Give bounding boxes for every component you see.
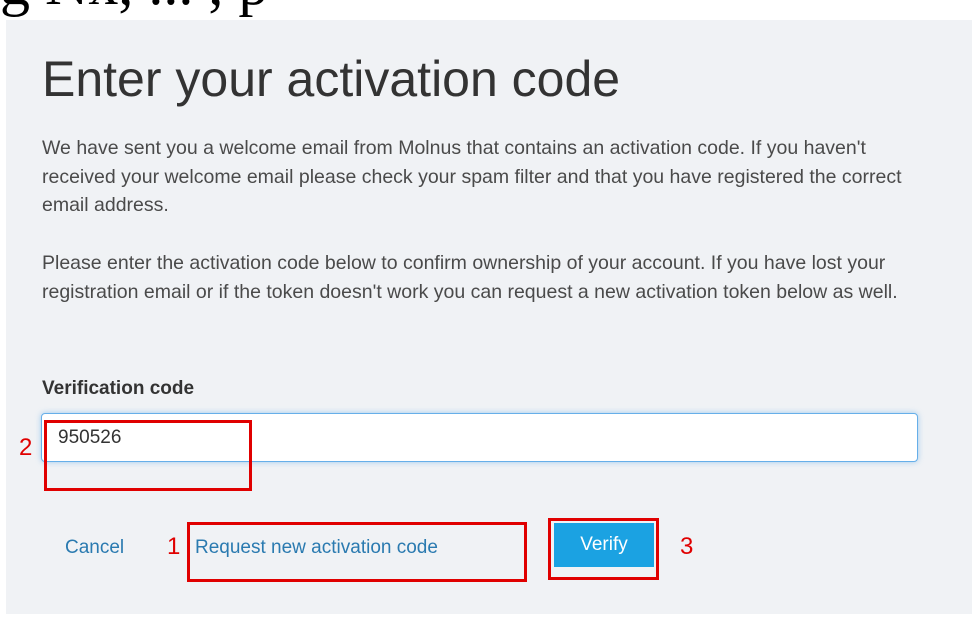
instructions-paragraph: Please enter the activation code below t…: [42, 252, 898, 303]
annotation-number-1: 1: [167, 533, 181, 560]
welcome-email-paragraph: We have sent you a welcome email from Mo…: [42, 137, 902, 216]
cropped-header-text: g Nx, ... , p: [0, 0, 976, 14]
page-title: Enter your activation code: [42, 51, 621, 107]
annotation-number-2: 2: [19, 434, 33, 461]
verification-code-input[interactable]: [41, 413, 918, 462]
request-new-code-link[interactable]: Request new activation code: [195, 537, 438, 559]
cancel-link[interactable]: Cancel: [65, 537, 124, 559]
verification-code-label: Verification code: [42, 378, 195, 399]
verify-button[interactable]: Verify: [554, 523, 654, 567]
annotation-number-3: 3: [680, 533, 694, 560]
activation-panel: [6, 20, 972, 614]
